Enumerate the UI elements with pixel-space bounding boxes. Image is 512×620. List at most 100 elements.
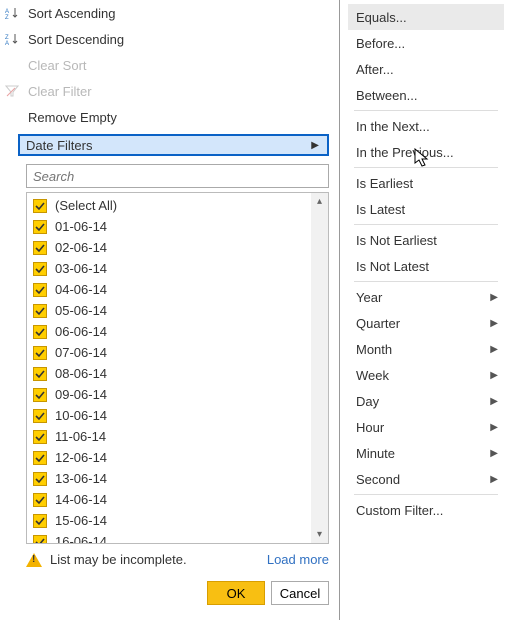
submenu-second[interactable]: Second▶ <box>348 466 504 492</box>
list-item-label: 04-06-14 <box>55 282 107 297</box>
checkbox-checked-icon[interactable] <box>33 409 47 423</box>
checkbox-checked-icon[interactable] <box>33 451 47 465</box>
checkbox-checked-icon[interactable] <box>33 430 47 444</box>
list-item[interactable]: 09-06-14 <box>27 384 311 405</box>
submenu-is-not-latest[interactable]: Is Not Latest <box>348 253 504 279</box>
separator <box>354 224 498 225</box>
submenu-year[interactable]: Year▶ <box>348 284 504 310</box>
sort-descending[interactable]: ZA Sort Descending <box>0 26 339 52</box>
list-item-label: 16-06-14 <box>55 534 107 543</box>
submenu-custom-filter[interactable]: Custom Filter... <box>348 497 504 523</box>
warning-icon <box>26 553 42 567</box>
select-all-item[interactable]: (Select All) <box>27 195 311 216</box>
clear-filter-icon <box>4 84 20 98</box>
submenu-after[interactable]: After... <box>348 56 504 82</box>
remove-empty[interactable]: Remove Empty <box>0 104 339 130</box>
remove-empty-label: Remove Empty <box>28 110 117 125</box>
list-item[interactable]: 11-06-14 <box>27 426 311 447</box>
scroll-down-icon[interactable]: ▾ <box>313 528 326 541</box>
checkbox-checked-icon[interactable] <box>33 304 47 318</box>
checkbox-checked-icon[interactable] <box>33 346 47 360</box>
checkbox-checked-icon[interactable] <box>33 262 47 276</box>
checkbox-checked-icon[interactable] <box>33 367 47 381</box>
clear-filter-label: Clear Filter <box>28 84 92 99</box>
list-item[interactable]: 01-06-14 <box>27 216 311 237</box>
list-item[interactable]: 16-06-14 <box>27 531 311 543</box>
search-box <box>26 164 329 188</box>
submenu-equals[interactable]: Equals... <box>348 4 504 30</box>
submenu-before[interactable]: Before... <box>348 30 504 56</box>
list-item-label: 14-06-14 <box>55 492 107 507</box>
checkbox-checked-icon[interactable] <box>33 472 47 486</box>
list-item[interactable]: 15-06-14 <box>27 510 311 531</box>
submenu-arrow-icon: ▶ <box>311 140 319 151</box>
submenu-arrow-icon: ▶ <box>490 474 498 485</box>
scroll-up-icon[interactable]: ▴ <box>313 195 326 208</box>
submenu-is-earliest[interactable]: Is Earliest <box>348 170 504 196</box>
submenu-in-next[interactable]: In the Next... <box>348 113 504 139</box>
load-more-link[interactable]: Load more <box>267 552 329 567</box>
submenu-quarter[interactable]: Quarter▶ <box>348 310 504 336</box>
submenu-is-not-earliest[interactable]: Is Not Earliest <box>348 227 504 253</box>
cancel-button[interactable]: Cancel <box>271 581 329 605</box>
checkbox-checked-icon[interactable] <box>33 325 47 339</box>
list-item[interactable]: 02-06-14 <box>27 237 311 258</box>
sort-ascending[interactable]: AZ Sort Ascending <box>0 0 339 26</box>
list-item[interactable]: 06-06-14 <box>27 321 311 342</box>
checkbox-checked-icon[interactable] <box>33 283 47 297</box>
submenu-in-previous[interactable]: In the Previous... <box>348 139 504 165</box>
checkbox-checked-icon[interactable] <box>33 241 47 255</box>
submenu-day[interactable]: Day▶ <box>348 388 504 414</box>
filter-menu: AZ Sort Ascending ZA Sort Descending Cle… <box>0 0 340 620</box>
dialog-buttons: OK Cancel <box>0 581 329 605</box>
submenu-arrow-icon: ▶ <box>490 292 498 303</box>
list-item-label: 10-06-14 <box>55 408 107 423</box>
list-item-label: 13-06-14 <box>55 471 107 486</box>
clear-sort: Clear Sort <box>0 52 339 78</box>
checkbox-checked-icon[interactable] <box>33 535 47 544</box>
separator <box>354 110 498 111</box>
list-item[interactable]: 05-06-14 <box>27 300 311 321</box>
list-item-label: 06-06-14 <box>55 324 107 339</box>
svg-text:Z: Z <box>5 15 9 20</box>
submenu-between[interactable]: Between... <box>348 82 504 108</box>
list-item[interactable]: 10-06-14 <box>27 405 311 426</box>
submenu-arrow-icon: ▶ <box>490 396 498 407</box>
list-item[interactable]: 13-06-14 <box>27 468 311 489</box>
scrollbar[interactable]: ▴ ▾ <box>311 193 328 543</box>
warning-text: List may be incomplete. <box>50 552 187 567</box>
separator <box>354 281 498 282</box>
submenu-hour[interactable]: Hour▶ <box>348 414 504 440</box>
list-item[interactable]: 07-06-14 <box>27 342 311 363</box>
checkbox-checked-icon[interactable] <box>33 220 47 234</box>
sort-desc-label: Sort Descending <box>28 32 124 47</box>
date-filters[interactable]: Date Filters ▶ <box>18 134 329 156</box>
submenu-is-latest[interactable]: Is Latest <box>348 196 504 222</box>
checkbox-checked-icon[interactable] <box>33 388 47 402</box>
list-item[interactable]: 08-06-14 <box>27 363 311 384</box>
checkbox-checked-icon[interactable] <box>33 199 47 213</box>
list-item-label: 12-06-14 <box>55 450 107 465</box>
submenu-month[interactable]: Month▶ <box>348 336 504 362</box>
list-item-label: 03-06-14 <box>55 261 107 276</box>
list-item[interactable]: 14-06-14 <box>27 489 311 510</box>
checkbox-checked-icon[interactable] <box>33 514 47 528</box>
date-filters-submenu: Equals... Before... After... Between... … <box>340 0 512 620</box>
ok-button[interactable]: OK <box>207 581 265 605</box>
submenu-arrow-icon: ▶ <box>490 422 498 433</box>
list-item-label: 05-06-14 <box>55 303 107 318</box>
list-item-label: 11-06-14 <box>55 429 106 444</box>
list-item[interactable]: 03-06-14 <box>27 258 311 279</box>
search-input[interactable] <box>26 164 329 188</box>
list-item-label: 07-06-14 <box>55 345 107 360</box>
checkbox-checked-icon[interactable] <box>33 493 47 507</box>
submenu-minute[interactable]: Minute▶ <box>348 440 504 466</box>
separator <box>354 494 498 495</box>
list-item[interactable]: 12-06-14 <box>27 447 311 468</box>
submenu-arrow-icon: ▶ <box>490 448 498 459</box>
submenu-week[interactable]: Week▶ <box>348 362 504 388</box>
list-item[interactable]: 04-06-14 <box>27 279 311 300</box>
filter-values-list: (Select All)01-06-14 02-06-14 03-06-14 04-0… <box>26 192 329 544</box>
list-item-label: 15-06-14 <box>55 513 107 528</box>
list-item-label: 02-06-14 <box>55 240 107 255</box>
